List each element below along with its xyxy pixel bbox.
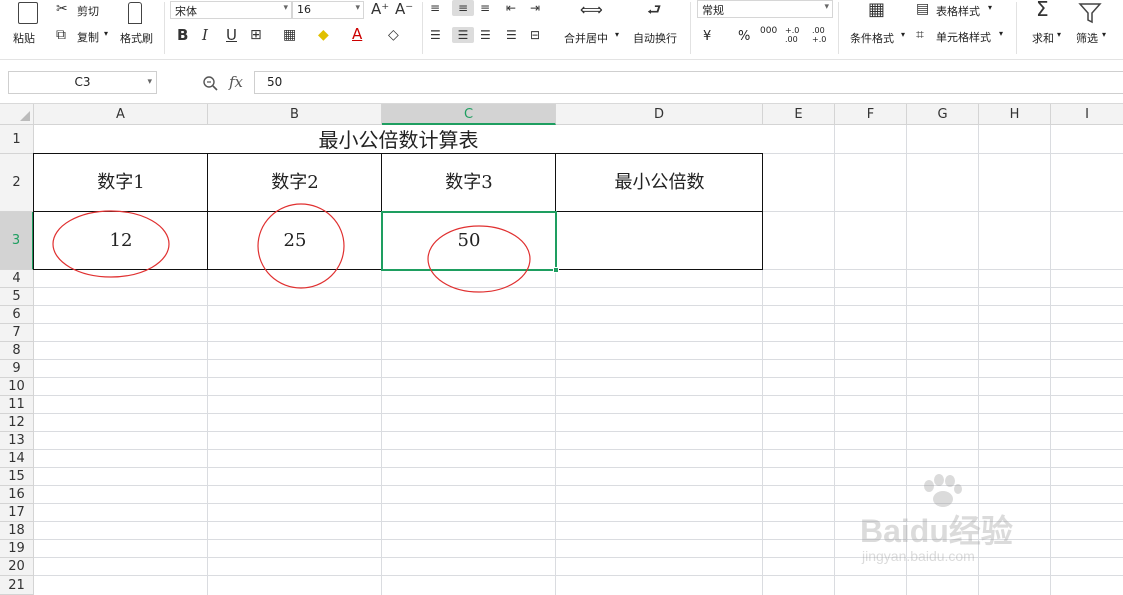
sigma-icon: Σ: [1036, 0, 1049, 21]
align-top-icon[interactable]: ≡: [430, 0, 440, 16]
chevron-down-icon: ▾: [999, 29, 1004, 38]
increase-decimal-button[interactable]: +.0 .00: [785, 26, 803, 44]
font-name-value: 宋体: [175, 5, 197, 18]
ribbon-toolbar: 粘贴 ✂ 剪切 ⧉ 复制 ▾ 格式刷 宋体 ▾ 16 ▾ A⁺ A⁻ B I U…: [0, 0, 1123, 60]
copy-label: 复制: [77, 31, 99, 44]
annotation-circle: [257, 203, 345, 289]
conditional-format-label: 条件格式: [850, 32, 894, 45]
paw-icon: [924, 474, 962, 507]
thousands-separator-button[interactable]: 000: [760, 26, 777, 36]
zoom-icon[interactable]: [202, 75, 219, 92]
chevron-down-icon: ▾: [147, 77, 152, 87]
conditional-format-icon: ▦: [868, 0, 886, 20]
currency-button[interactable]: ¥: [703, 29, 711, 44]
number-format-value: 常规: [702, 4, 724, 17]
indent-increase-icon[interactable]: ⇥: [530, 0, 540, 16]
align-middle-icon[interactable]: ≡: [452, 0, 474, 16]
format-painter-icon: [128, 2, 142, 24]
name-box-value: C3: [74, 75, 91, 89]
chevron-down-icon: ▾: [1102, 30, 1107, 39]
wrap-text-icon: ⮐: [647, 0, 662, 19]
fill-pattern-icon[interactable]: ▦: [283, 27, 296, 43]
italic-icon[interactable]: I: [202, 27, 208, 43]
formula-bar: C3 ▾ fx 50: [0, 60, 1123, 104]
spreadsheet-grid: A B C D E F G H I 1 2 3 4 5 6 7 8 9 10 1…: [0, 104, 1123, 595]
underline-icon[interactable]: U: [226, 27, 237, 43]
chevron-down-icon: ▾: [824, 2, 829, 12]
eraser-icon[interactable]: ◇: [388, 27, 399, 43]
annotation-circle: [52, 210, 170, 278]
font-color-icon[interactable]: A: [352, 26, 362, 42]
ribbon-divider: [1016, 2, 1017, 54]
align-right-icon[interactable]: ☰: [480, 27, 491, 43]
name-box[interactable]: C3 ▾: [8, 71, 157, 94]
font-size-select[interactable]: 16 ▾: [292, 1, 364, 19]
paste-icon: [18, 2, 38, 24]
watermark-url: jingyan.baidu.com: [862, 548, 975, 564]
chevron-down-icon: ▾: [355, 3, 360, 13]
fill-color-icon[interactable]: ◆: [318, 27, 329, 43]
align-bottom-icon[interactable]: ≡: [480, 0, 490, 16]
merge-center-label: 合并居中: [564, 32, 608, 45]
distribute-icon[interactable]: ⊟: [530, 27, 540, 43]
chevron-down-icon: ▾: [988, 3, 993, 12]
borders-icon[interactable]: ⊞: [250, 27, 262, 43]
percent-button[interactable]: %: [738, 29, 750, 44]
copy-icon: ⧉: [56, 27, 66, 43]
justify-icon[interactable]: ☰: [506, 27, 517, 43]
chevron-down-icon: ▾: [104, 29, 109, 38]
sum-label: 求和: [1032, 32, 1054, 45]
ribbon-divider: [164, 2, 165, 54]
scissors-icon: ✂: [56, 1, 68, 17]
indent-decrease-icon[interactable]: ⇤: [506, 0, 516, 16]
format-painter-label: 格式刷: [120, 32, 153, 45]
table-style-label: 表格样式: [936, 5, 980, 18]
decrease-font-icon[interactable]: A⁻: [395, 1, 413, 17]
filter-label: 筛选: [1076, 32, 1098, 45]
chevron-down-icon: ▾: [283, 3, 288, 13]
ribbon-divider: [690, 2, 691, 54]
chevron-down-icon: ▾: [615, 30, 620, 39]
chevron-down-icon: ▾: [901, 30, 906, 39]
cell-style-icon: ⌗: [916, 27, 924, 43]
ribbon-divider: [422, 2, 423, 54]
merge-cells-icon: ⟺: [580, 0, 603, 19]
number-format-select[interactable]: 常规 ▾: [697, 0, 833, 18]
table-style-icon: ▤: [916, 1, 930, 17]
fx-icon[interactable]: fx: [229, 73, 243, 91]
baidu-watermark: Baidu经验 jingyan.baidu.com: [860, 472, 1070, 572]
cell-style-label: 单元格样式: [936, 31, 991, 44]
font-size-value: 16: [297, 3, 311, 16]
wrap-text-label: 自动换行: [633, 32, 677, 45]
ribbon-divider: [838, 2, 839, 54]
font-name-select[interactable]: 宋体 ▾: [170, 1, 292, 19]
cut-label: 剪切: [77, 5, 99, 18]
increase-font-icon[interactable]: A⁺: [371, 1, 389, 17]
bold-icon[interactable]: B: [177, 27, 188, 43]
formula-input[interactable]: 50: [254, 71, 1123, 94]
paste-label: 粘贴: [13, 32, 35, 45]
chevron-down-icon: ▾: [1057, 30, 1062, 39]
annotation-circle: [427, 225, 531, 293]
decrease-decimal-button[interactable]: .00 +.0: [812, 26, 830, 44]
watermark-brand: Baidu经验: [860, 513, 1013, 549]
align-left-icon[interactable]: ☰: [430, 27, 441, 43]
funnel-icon: [1078, 3, 1102, 24]
align-center-icon[interactable]: ☰: [452, 27, 474, 43]
